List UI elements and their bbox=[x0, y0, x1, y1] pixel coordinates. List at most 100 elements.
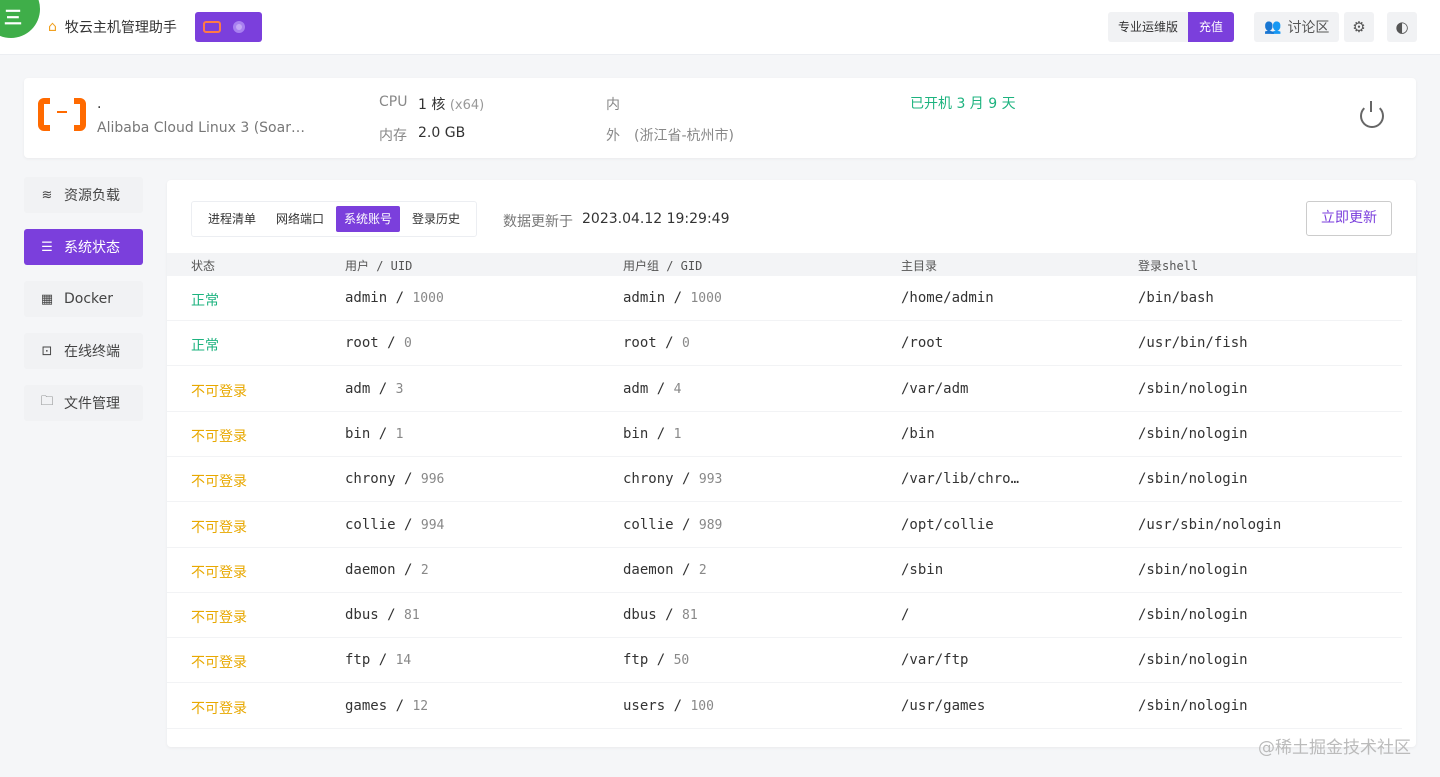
tab-system-accounts[interactable]: 系统账号 bbox=[336, 206, 401, 232]
group-cell: bin / 1 bbox=[623, 425, 682, 442]
table-row: 不可登录 ftp / 14 ftp / 50/var/ftp/sbin/nologi… bbox=[167, 638, 1416, 684]
table-row: 不可登录 dbus / 81 dbus / 81 / /sbin/nologin bbox=[167, 593, 1416, 639]
shell-cell: /sbin/nologin bbox=[1138, 607, 1248, 624]
group-cell: collie / 989 bbox=[623, 516, 723, 533]
settings-button[interactable]: ⚙ bbox=[1344, 12, 1374, 42]
update-time: 2023.04.12 19:29:49 bbox=[582, 211, 730, 227]
tab-group: 进程清单 网络端口 系统账号 登录历史 bbox=[191, 201, 478, 237]
edition-group: 专业运维版 充值 bbox=[1108, 12, 1235, 42]
column-header-status: 状态 bbox=[191, 259, 216, 273]
sidebar-item-label: 资源负载 bbox=[64, 188, 120, 204]
home-cell: /usr/games bbox=[901, 697, 986, 714]
list-icon: ☰ bbox=[41, 239, 53, 255]
group-gid: 2 bbox=[698, 562, 707, 578]
app-title-button[interactable]: ⌂ 牧云主机管理助手 bbox=[38, 12, 187, 42]
memory-value: 2.0 GB bbox=[418, 125, 466, 141]
status-cell: 正常 bbox=[191, 293, 219, 309]
top-bar: 三 ⌂ 牧云主机管理助手 专业运维版 充值 👥 讨论区 ⚙ ◐ bbox=[0, 0, 1440, 55]
user-name: admin bbox=[345, 290, 388, 306]
group-gid: 0 bbox=[682, 336, 690, 352]
user-uid: 994 bbox=[420, 517, 445, 533]
user-cell: admin / 1000 bbox=[345, 290, 444, 306]
sidebar-item-terminal[interactable]: ⊡ 在线终端 bbox=[24, 333, 143, 369]
group-cell: daemon / 2 bbox=[623, 561, 707, 578]
group-cell: adm / 4 bbox=[623, 380, 682, 397]
group-name: bin bbox=[623, 425, 649, 442]
outer-ip-location: (浙江省-杭州市) bbox=[634, 128, 734, 144]
cpu-label: CPU bbox=[379, 94, 408, 110]
table-row: 不可登录 chrony / 996 chrony / 993/var/lib/chr… bbox=[167, 457, 1416, 503]
user-name: bin bbox=[345, 425, 371, 442]
user-name: chrony bbox=[345, 471, 396, 488]
group-name: admin bbox=[623, 290, 666, 306]
user-uid: 996 bbox=[420, 472, 445, 488]
table-row: 正常 root / 0 root / 0/root/usr/bin/fish bbox=[167, 321, 1416, 367]
server-os: Alibaba Cloud Linux 3 (Soaring Falcon) bbox=[97, 120, 307, 136]
aliyun-logo-icon bbox=[38, 98, 86, 131]
shell-cell: /sbin/nologin bbox=[1138, 425, 1248, 442]
server-info-card: . Alibaba Cloud Linux 3 (Soaring Falcon)… bbox=[24, 78, 1416, 158]
user-uid: 0 bbox=[404, 336, 412, 352]
home-cell: /home/admin bbox=[901, 290, 994, 306]
group-gid: 81 bbox=[682, 608, 698, 624]
group-cell: users / 100 bbox=[623, 697, 714, 714]
group-name: collie bbox=[623, 516, 674, 533]
gear-icon: ⚙ bbox=[1352, 18, 1366, 36]
user-cell: chrony / 996 bbox=[345, 471, 445, 488]
table-row: 不可登录 adm / 3 adm / 4/var/adm/sbin/nologin bbox=[167, 367, 1416, 412]
aliyun-icon bbox=[203, 21, 221, 33]
sidebar-item-file-manager[interactable]: 🗀 文件管理 bbox=[24, 385, 143, 421]
table-row: 不可登录 bin / 1 bin / 1/bin/sbin/nologin bbox=[167, 412, 1416, 457]
tab-process-list[interactable]: 进程清单 bbox=[200, 206, 264, 232]
group-gid: 1 bbox=[673, 426, 682, 442]
app-title: 牧云主机管理助手 bbox=[64, 20, 177, 36]
refresh-button[interactable]: 立即更新 bbox=[1306, 201, 1392, 236]
status-dot-icon bbox=[233, 21, 245, 33]
table-row: 正常 admin / 1000 admin / 1000/home/admin/bi… bbox=[167, 276, 1416, 321]
user-name: dbus bbox=[345, 607, 379, 624]
group-name: dbus bbox=[623, 607, 657, 624]
server-name: . bbox=[97, 96, 102, 112]
group-name: users bbox=[623, 697, 666, 714]
cpu-cores: 1 核 bbox=[418, 97, 446, 113]
tab-network-ports[interactable]: 网络端口 bbox=[268, 206, 332, 232]
update-label: 数据更新于 bbox=[503, 214, 573, 230]
sidebar-item-system-status[interactable]: ☰ 系统状态 bbox=[24, 229, 143, 265]
table-row: 不可登录 collie / 994 collie / 989/opt/collie /… bbox=[167, 503, 1416, 548]
shell-cell: /usr/bin/fish bbox=[1138, 335, 1248, 352]
user-uid: 12 bbox=[412, 698, 429, 714]
docker-icon: ▦ bbox=[40, 291, 54, 307]
tab-login-history[interactable]: 登录历史 bbox=[404, 206, 468, 232]
server-chip[interactable] bbox=[195, 12, 262, 42]
group-gid: 989 bbox=[698, 517, 723, 533]
shell-cell: /usr/sbin/nologin bbox=[1138, 516, 1282, 533]
user-uid: 1 bbox=[395, 426, 404, 442]
user-name: daemon bbox=[345, 561, 396, 578]
group-gid: 100 bbox=[690, 698, 714, 714]
status-cell: 不可登录 bbox=[191, 700, 247, 717]
user-name: games bbox=[345, 697, 388, 714]
home-icon: ⌂ bbox=[48, 19, 57, 35]
edition-label[interactable]: 专业运维版 bbox=[1108, 12, 1189, 42]
group-name: ftp bbox=[623, 652, 649, 669]
status-cell: 不可登录 bbox=[191, 519, 247, 536]
theme-toggle-button[interactable]: ◐ bbox=[1387, 12, 1417, 42]
sidebar-item-resource-load[interactable]: ≋ 资源负载 bbox=[24, 177, 143, 213]
recharge-button[interactable]: 充值 bbox=[1188, 12, 1235, 42]
table-header: 状态 用户 / UID 用户组 / GID 主目录 登录shell bbox=[167, 253, 1416, 276]
outer-ip-label: 外 bbox=[606, 128, 620, 144]
shell-cell: /sbin/nologin bbox=[1138, 471, 1248, 488]
power-icon[interactable] bbox=[1360, 101, 1384, 128]
sidebar-item-docker[interactable]: ▦ Docker bbox=[24, 281, 143, 317]
shell-cell: /sbin/nologin bbox=[1138, 697, 1248, 714]
forum-button[interactable]: 👥 讨论区 bbox=[1254, 12, 1340, 42]
sidebar-item-label: 在线终端 bbox=[64, 344, 120, 360]
user-uid: 3 bbox=[395, 381, 404, 397]
group-gid: 50 bbox=[673, 653, 690, 669]
status-cell: 不可登录 bbox=[191, 655, 247, 672]
status-cell: 不可登录 bbox=[191, 474, 247, 491]
user-cell: bin / 1 bbox=[345, 425, 404, 442]
app-logo[interactable]: 三 bbox=[0, 0, 40, 38]
cpu-arch: (x64) bbox=[449, 98, 485, 113]
status-cell: 不可登录 bbox=[191, 610, 247, 627]
